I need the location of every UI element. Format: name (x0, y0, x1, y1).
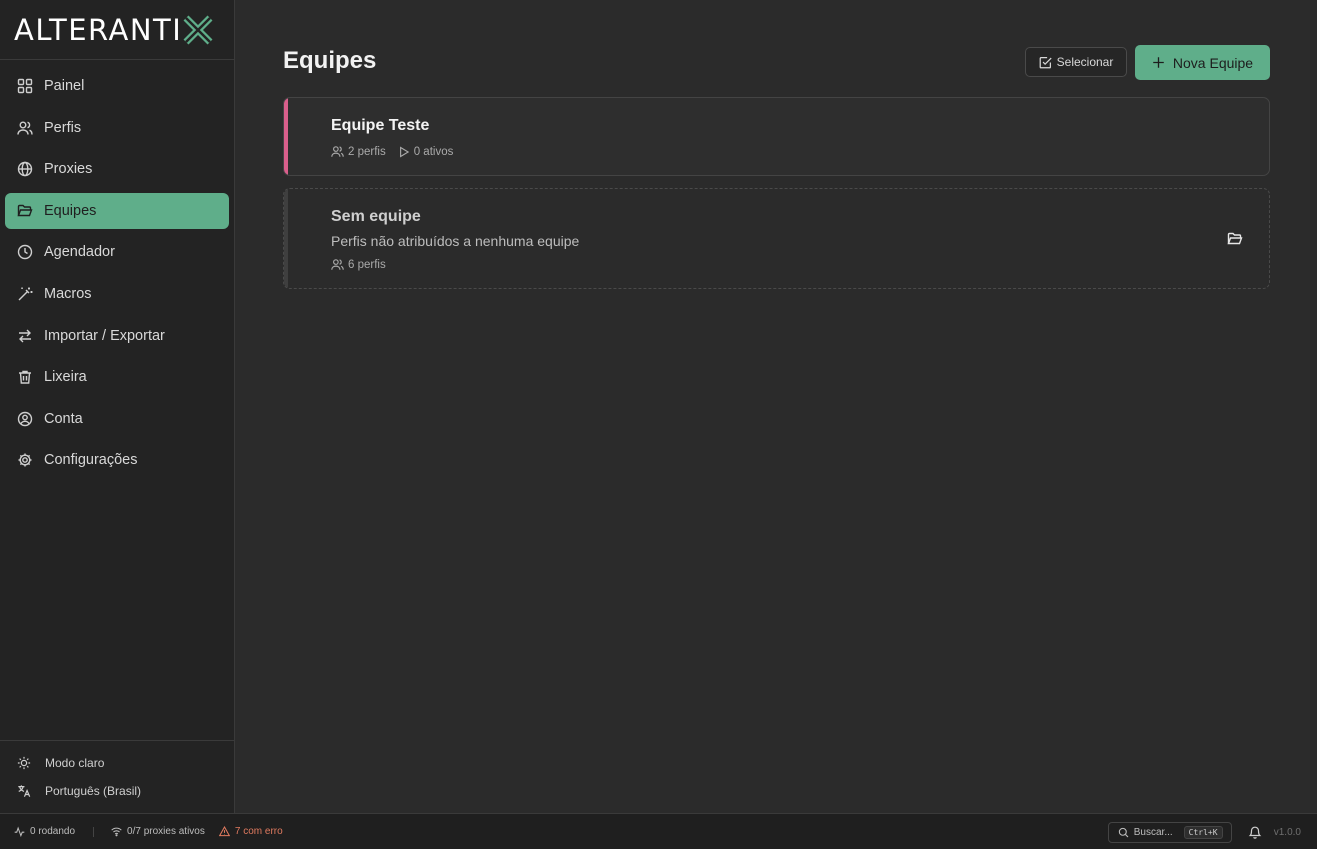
open-folder-button[interactable] (1227, 231, 1243, 247)
no-team-profile-count: 6 perfis (348, 258, 386, 271)
arrows-icon (16, 327, 34, 345)
language-label: Português (Brasil) (45, 784, 142, 798)
bell-icon (1248, 826, 1262, 839)
activity-icon (14, 826, 25, 837)
status-bar: 0 rodando 0/7 proxies ativos 7 com erro … (0, 813, 1317, 849)
translate-icon (17, 784, 33, 798)
sidebar-item-proxies[interactable]: Proxies (5, 151, 229, 187)
sidebar-item-painel[interactable]: Painel (5, 68, 229, 104)
sidebar-item-label: Perfis (44, 119, 82, 136)
proxies-count: 0/7 proxies ativos (127, 826, 205, 837)
checkbox-icon (1039, 56, 1052, 68)
select-button[interactable]: Selecionar (1025, 47, 1127, 77)
wifi-icon (111, 827, 122, 837)
sidebar-item-equipes[interactable]: Equipes (5, 192, 229, 229)
error-status[interactable]: 7 com erro (218, 826, 283, 837)
new-team-button-label: Nova Equipe (1172, 54, 1254, 71)
warning-icon (218, 826, 230, 837)
folder-open-icon (1227, 232, 1243, 245)
users-icon (16, 119, 34, 137)
shortcut-badge: Ctrl+K (1183, 825, 1223, 839)
sidebar-item-importar-exportar[interactable]: Importar / Exportar (5, 318, 229, 354)
team-meta: 2 perfis 0 ativos (331, 145, 453, 158)
clock-icon (16, 243, 34, 261)
team-card[interactable]: Equipe Teste 2 perfis 0 ativos (283, 97, 1270, 176)
search-placeholder: Buscar... (1133, 826, 1173, 838)
sidebar-item-label: Importar / Exportar (44, 327, 165, 344)
user-circle-icon (16, 410, 34, 428)
running-status[interactable]: 0 rodando (14, 826, 75, 837)
logo-text: ALTERANTI (14, 12, 183, 47)
sidebar-item-conta[interactable]: Conta (5, 401, 229, 437)
team-color-bar (284, 98, 288, 175)
notifications-button[interactable] (1248, 825, 1262, 839)
new-team-button[interactable]: Nova Equipe (1135, 45, 1270, 80)
search-icon (1118, 827, 1129, 837)
sidebar-item-label: Equipes (44, 202, 97, 219)
trash-icon (16, 368, 34, 386)
language-selector[interactable]: Português (Brasil) (0, 777, 234, 805)
proxies-status[interactable]: 0/7 proxies ativos (111, 826, 205, 837)
sidebar-item-label: Configurações (44, 452, 138, 469)
sidebar-footer: Modo claro Português (Brasil) (0, 740, 234, 813)
grid-icon (16, 77, 34, 95)
no-team-bar (284, 189, 288, 288)
sidebar: ALTERANTI Painel Perfis Proxies Equipes … (0, 0, 235, 813)
select-button-label: Selecionar (1056, 55, 1114, 69)
sidebar-item-label: Agendador (44, 244, 115, 261)
version-label: v1.0.0 (1273, 826, 1301, 838)
users-icon (331, 259, 344, 270)
no-team-card[interactable]: Sem equipe Perfis não atribuídos a nenhu… (283, 188, 1270, 289)
sidebar-item-label: Lixeira (44, 369, 87, 386)
team-name: Equipe Teste (331, 117, 430, 134)
sun-icon (17, 756, 33, 770)
error-count: 7 com erro (234, 826, 283, 837)
running-count: 0 rodando (30, 826, 76, 837)
folder-open-icon (16, 202, 34, 220)
search-input[interactable]: Buscar... Ctrl+K (1107, 821, 1232, 843)
sidebar-item-perfis[interactable]: Perfis (5, 110, 229, 146)
theme-toggle-label: Modo claro (45, 756, 105, 770)
theme-toggle[interactable]: Modo claro (0, 749, 234, 777)
no-team-description: Perfis não atribuídos a nenhuma equipe (331, 233, 580, 249)
logo-x-icon (183, 15, 213, 44)
divider (93, 826, 95, 837)
play-icon (399, 146, 409, 157)
team-active-count: 0 ativos (413, 145, 454, 158)
sidebar-nav: Painel Perfis Proxies Equipes Agendador (0, 60, 234, 478)
main-content: Equipes Selecionar Nova Equipe Equipe Te… (235, 0, 1317, 813)
logo[interactable]: ALTERANTI (0, 0, 234, 60)
sidebar-item-label: Macros (44, 285, 92, 302)
users-icon (331, 146, 344, 157)
gear-icon (16, 451, 34, 469)
page-title: Equipes (283, 47, 377, 74)
sidebar-item-agendador[interactable]: Agendador (5, 234, 229, 270)
no-team-name: Sem equipe (331, 208, 421, 225)
sidebar-item-configuracoes[interactable]: Configurações (5, 442, 229, 478)
plus-icon (1153, 57, 1164, 68)
globe-icon (16, 160, 34, 178)
sidebar-item-label: Proxies (44, 161, 93, 178)
team-profile-count: 2 perfis (348, 145, 386, 158)
sidebar-item-label: Conta (44, 410, 83, 427)
wand-icon (16, 285, 34, 303)
sidebar-item-macros[interactable]: Macros (5, 276, 229, 312)
sidebar-item-label: Painel (44, 78, 85, 94)
sidebar-item-lixeira[interactable]: Lixeira (5, 359, 229, 395)
no-team-meta: 6 perfis (331, 258, 386, 271)
